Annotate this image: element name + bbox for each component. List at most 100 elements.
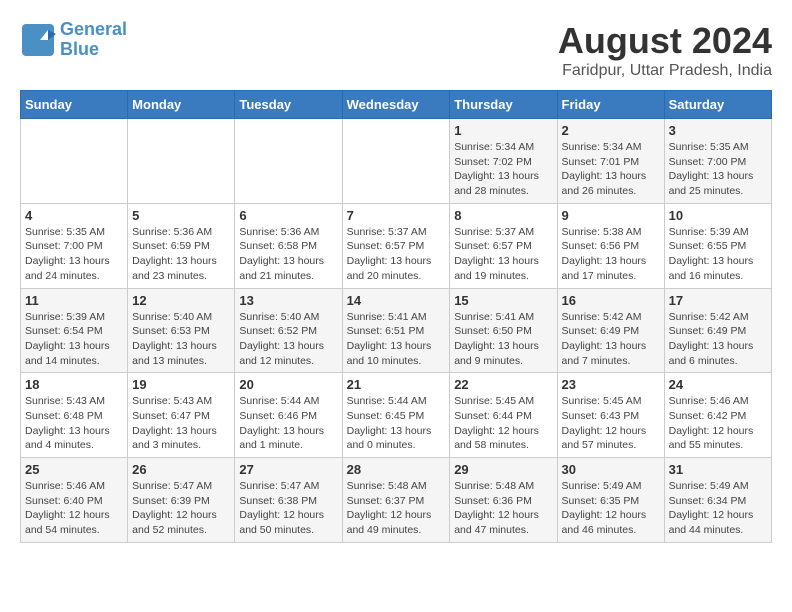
day-info: Sunrise: 5:44 AM Sunset: 6:45 PM Dayligh…: [347, 394, 446, 453]
calendar-cell: 4 Sunrise: 5:35 AM Sunset: 7:00 PM Daylig…: [21, 203, 128, 288]
day-info: Sunrise: 5:41 AM Sunset: 6:51 PM Dayligh…: [347, 310, 446, 369]
calendar-cell: 24 Sunrise: 5:46 AM Sunset: 6:42 PM Dayli…: [664, 373, 771, 458]
day-info: Sunrise: 5:46 AM Sunset: 6:40 PM Dayligh…: [25, 479, 123, 538]
day-number: 4: [25, 208, 123, 223]
day-info: Sunrise: 5:48 AM Sunset: 6:37 PM Dayligh…: [347, 479, 446, 538]
calendar-cell: 31Sunrise: 5:49 AM Sunset: 6:34 PM Dayli…: [664, 458, 771, 543]
calendar-cell: 9 Sunrise: 5:38 AM Sunset: 6:56 PM Daylig…: [557, 203, 664, 288]
day-number: 26: [132, 462, 230, 477]
day-info: Sunrise: 5:36 AM Sunset: 6:59 PM Dayligh…: [132, 225, 230, 284]
page-header: General Blue August 2024 Faridpur, Uttar…: [20, 20, 772, 80]
weekday-monday: Monday: [128, 91, 235, 119]
day-info: Sunrise: 5:46 AM Sunset: 6:42 PM Dayligh…: [669, 394, 767, 453]
location: Faridpur, Uttar Pradesh, India: [558, 62, 772, 80]
calendar-cell: 12 Sunrise: 5:40 AM Sunset: 6:53 PM Dayli…: [128, 288, 235, 373]
day-info: Sunrise: 5:40 AM Sunset: 6:53 PM Dayligh…: [132, 310, 230, 369]
day-info: Sunrise: 5:45 AM Sunset: 6:44 PM Dayligh…: [454, 394, 552, 453]
calendar-table: SundayMondayTuesdayWednesdayThursdayFrid…: [20, 90, 772, 543]
day-number: 20: [239, 377, 337, 392]
calendar-cell: 3 Sunrise: 5:35 AM Sunset: 7:00 PM Daylig…: [664, 119, 771, 204]
day-info: Sunrise: 5:35 AM Sunset: 7:00 PM Dayligh…: [25, 225, 123, 284]
day-info: Sunrise: 5:48 AM Sunset: 6:36 PM Dayligh…: [454, 479, 552, 538]
calendar-cell: 21 Sunrise: 5:44 AM Sunset: 6:45 PM Dayli…: [342, 373, 450, 458]
day-number: 29: [454, 462, 552, 477]
calendar-cell: 14 Sunrise: 5:41 AM Sunset: 6:51 PM Dayli…: [342, 288, 450, 373]
day-number: 2: [562, 123, 660, 138]
day-info: Sunrise: 5:35 AM Sunset: 7:00 PM Dayligh…: [669, 140, 767, 199]
day-info: Sunrise: 5:34 AM Sunset: 7:01 PM Dayligh…: [562, 140, 660, 199]
weekday-saturday: Saturday: [664, 91, 771, 119]
day-number: 3: [669, 123, 767, 138]
weekday-thursday: Thursday: [450, 91, 557, 119]
calendar-cell: 15 Sunrise: 5:41 AM Sunset: 6:50 PM Dayli…: [450, 288, 557, 373]
month-year: August 2024: [558, 20, 772, 62]
logo-line1: General: [60, 20, 127, 40]
title-block: August 2024 Faridpur, Uttar Pradesh, Ind…: [558, 20, 772, 80]
calendar-cell: 18 Sunrise: 5:43 AM Sunset: 6:48 PM Dayli…: [21, 373, 128, 458]
calendar-cell: 23 Sunrise: 5:45 AM Sunset: 6:43 PM Dayli…: [557, 373, 664, 458]
day-info: Sunrise: 5:43 AM Sunset: 6:48 PM Dayligh…: [25, 394, 123, 453]
calendar-cell: [128, 119, 235, 204]
day-info: Sunrise: 5:49 AM Sunset: 6:35 PM Dayligh…: [562, 479, 660, 538]
day-info: Sunrise: 5:42 AM Sunset: 6:49 PM Dayligh…: [669, 310, 767, 369]
day-number: 27: [239, 462, 337, 477]
day-number: 19: [132, 377, 230, 392]
calendar-cell: 27 Sunrise: 5:47 AM Sunset: 6:38 PM Dayli…: [235, 458, 342, 543]
day-info: Sunrise: 5:39 AM Sunset: 6:55 PM Dayligh…: [669, 225, 767, 284]
week-row-5: 25Sunrise: 5:46 AM Sunset: 6:40 PM Dayli…: [21, 458, 772, 543]
calendar-cell: 7 Sunrise: 5:37 AM Sunset: 6:57 PM Daylig…: [342, 203, 450, 288]
day-number: 9: [562, 208, 660, 223]
day-info: Sunrise: 5:40 AM Sunset: 6:52 PM Dayligh…: [239, 310, 337, 369]
day-number: 10: [669, 208, 767, 223]
calendar-cell: [235, 119, 342, 204]
day-number: 22: [454, 377, 552, 392]
day-info: Sunrise: 5:38 AM Sunset: 6:56 PM Dayligh…: [562, 225, 660, 284]
calendar-cell: 29 Sunrise: 5:48 AM Sunset: 6:36 PM Dayli…: [450, 458, 557, 543]
day-info: Sunrise: 5:37 AM Sunset: 6:57 PM Dayligh…: [347, 225, 446, 284]
day-number: 28: [347, 462, 446, 477]
day-number: 14: [347, 293, 446, 308]
calendar-cell: 19Sunrise: 5:43 AM Sunset: 6:47 PM Dayli…: [128, 373, 235, 458]
logo-icon: [20, 22, 56, 58]
day-number: 12: [132, 293, 230, 308]
day-info: Sunrise: 5:42 AM Sunset: 6:49 PM Dayligh…: [562, 310, 660, 369]
calendar-cell: 22 Sunrise: 5:45 AM Sunset: 6:44 PM Dayli…: [450, 373, 557, 458]
week-row-2: 4 Sunrise: 5:35 AM Sunset: 7:00 PM Daylig…: [21, 203, 772, 288]
day-number: 24: [669, 377, 767, 392]
calendar-cell: 2 Sunrise: 5:34 AM Sunset: 7:01 PM Daylig…: [557, 119, 664, 204]
day-number: 1: [454, 123, 552, 138]
calendar-cell: 25Sunrise: 5:46 AM Sunset: 6:40 PM Dayli…: [21, 458, 128, 543]
calendar-cell: 5 Sunrise: 5:36 AM Sunset: 6:59 PM Daylig…: [128, 203, 235, 288]
calendar-cell: 11Sunrise: 5:39 AM Sunset: 6:54 PM Dayli…: [21, 288, 128, 373]
day-info: Sunrise: 5:47 AM Sunset: 6:38 PM Dayligh…: [239, 479, 337, 538]
calendar-body: 1 Sunrise: 5:34 AM Sunset: 7:02 PM Daylig…: [21, 119, 772, 543]
day-number: 18: [25, 377, 123, 392]
day-number: 15: [454, 293, 552, 308]
week-row-4: 18 Sunrise: 5:43 AM Sunset: 6:48 PM Dayli…: [21, 373, 772, 458]
week-row-3: 11Sunrise: 5:39 AM Sunset: 6:54 PM Dayli…: [21, 288, 772, 373]
day-number: 13: [239, 293, 337, 308]
week-row-1: 1 Sunrise: 5:34 AM Sunset: 7:02 PM Daylig…: [21, 119, 772, 204]
day-number: 17: [669, 293, 767, 308]
day-info: Sunrise: 5:49 AM Sunset: 6:34 PM Dayligh…: [669, 479, 767, 538]
logo: General Blue: [20, 20, 127, 60]
day-info: Sunrise: 5:39 AM Sunset: 6:54 PM Dayligh…: [25, 310, 123, 369]
day-info: Sunrise: 5:36 AM Sunset: 6:58 PM Dayligh…: [239, 225, 337, 284]
calendar-cell: 20Sunrise: 5:44 AM Sunset: 6:46 PM Dayli…: [235, 373, 342, 458]
calendar-cell: [342, 119, 450, 204]
day-info: Sunrise: 5:47 AM Sunset: 6:39 PM Dayligh…: [132, 479, 230, 538]
day-number: 7: [347, 208, 446, 223]
day-number: 21: [347, 377, 446, 392]
day-number: 8: [454, 208, 552, 223]
day-info: Sunrise: 5:41 AM Sunset: 6:50 PM Dayligh…: [454, 310, 552, 369]
calendar-cell: 16Sunrise: 5:42 AM Sunset: 6:49 PM Dayli…: [557, 288, 664, 373]
logo-line2: Blue: [60, 40, 127, 60]
calendar-cell: 10 Sunrise: 5:39 AM Sunset: 6:55 PM Dayli…: [664, 203, 771, 288]
day-info: Sunrise: 5:34 AM Sunset: 7:02 PM Dayligh…: [454, 140, 552, 199]
weekday-wednesday: Wednesday: [342, 91, 450, 119]
day-number: 5: [132, 208, 230, 223]
weekday-tuesday: Tuesday: [235, 91, 342, 119]
day-number: 23: [562, 377, 660, 392]
calendar-cell: 17 Sunrise: 5:42 AM Sunset: 6:49 PM Dayli…: [664, 288, 771, 373]
day-info: Sunrise: 5:45 AM Sunset: 6:43 PM Dayligh…: [562, 394, 660, 453]
